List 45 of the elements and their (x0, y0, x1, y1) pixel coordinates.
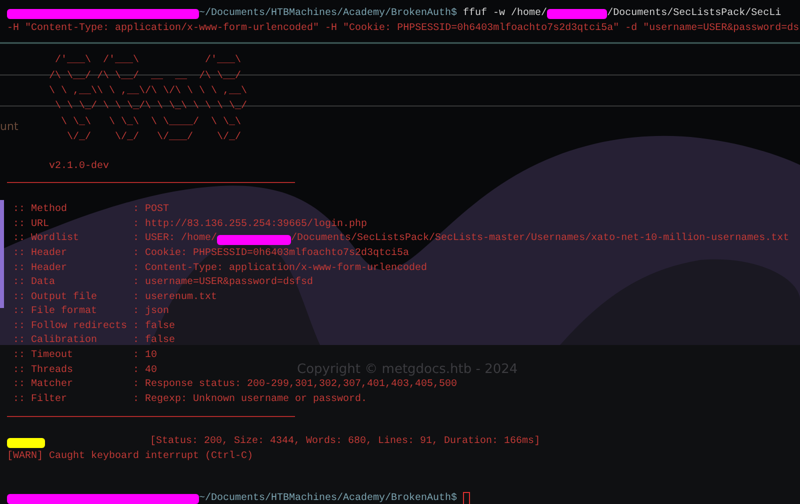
setting-value: : Response status: 200-299,301,302,307,401,403,405,500 (133, 378, 458, 392)
setting-value: : false (133, 334, 176, 348)
setting-label: :: Data (13, 276, 56, 290)
setting-label: :: Method (13, 203, 68, 218)
setting-value: /Documents/SecListsPack/SecLists-master/Usernames/xato-net-10-million-usernames.txt (291, 232, 790, 246)
ascii-art-line: /\ \__/ /\ \__/ __ __ /\ \__/ (48, 70, 242, 82)
setting-value: : Content-Type: application/x-www-form-urlencoded (133, 262, 428, 276)
setting-value: : 40 (133, 364, 158, 378)
command-text: /Documents/SecListsPack/SecLi (607, 7, 782, 21)
setting-value: : false (133, 320, 176, 334)
setting-label: :: Output file (13, 290, 98, 305)
version-text: v2.1.0-dev (49, 160, 110, 174)
setting-label: :: File format (13, 305, 98, 320)
result-text: [Status: 200, Size: 4344, Words: 680, Lines: 91, Duration: 166ms] (150, 435, 540, 450)
warning-text: [WARN] Caught keyboard interrupt (Ctrl-C) (7, 450, 254, 464)
setting-value: : Cookie: PHPSESSID=0h6403mlfoachto7s2d3qtci5a (133, 246, 410, 261)
setting-value: : 10 (133, 349, 158, 364)
setting-value: : POST (133, 203, 170, 218)
command-text: ffuf -w /home/ (462, 7, 548, 21)
setting-label: :: Header (13, 262, 68, 276)
setting-value: : USER: /home/ (133, 232, 218, 246)
setting-value: : username=USER&password=dsfsd (133, 276, 314, 290)
prompt-path: ~/Documents/HTBMachines/Academy/BrokenAuth$ (199, 7, 458, 21)
setting-value: : Regexp: Unknown username or password. (133, 392, 368, 407)
setting-value: : http://83.136.255.254:39665/login.php (133, 218, 368, 232)
setting-value: : json (133, 305, 170, 320)
setting-label: :: Calibration (13, 334, 98, 348)
background-text: unt (0, 120, 18, 133)
ascii-art-line: \ \ \_/ \ \ \_/\ \ \_\ \ \ \ \_/ (54, 101, 248, 112)
setting-label: :: Filter (13, 392, 68, 407)
setting-label: :: Wordlist (13, 232, 80, 246)
ascii-art-line: \/_/ \/_/ \/___/ \/_/ (66, 132, 242, 144)
ascii-art-line: \ \ ,__\\ \ ,__\/\ \/\ \ \ \ ,__\ (48, 86, 248, 97)
ascii-art-line: /'___\ /'___\ /'___\ (54, 55, 242, 66)
redaction-mark (547, 9, 608, 20)
setting-label: :: Threads (13, 364, 74, 378)
prompt-path: ~/Documents/HTBMachines/Academy/BrokenAuth$ (199, 492, 458, 504)
setting-label: :: Follow redirects (13, 320, 128, 334)
setting-value: : userenum.txt (133, 290, 218, 305)
command-text: -H "Content-Type: application/x-www-form-urlencoded" -H "Cookie: PHPSESSID=0h6403mlfoachto7s2d3qtci5a" -d "username=USER&password=ds (7, 22, 800, 36)
setting-label: :: Timeout (13, 349, 74, 364)
text-cursor (463, 492, 470, 504)
setting-label: :: Header (13, 246, 68, 261)
setting-label: :: Matcher (13, 378, 74, 392)
setting-label: :: URL (13, 218, 50, 232)
